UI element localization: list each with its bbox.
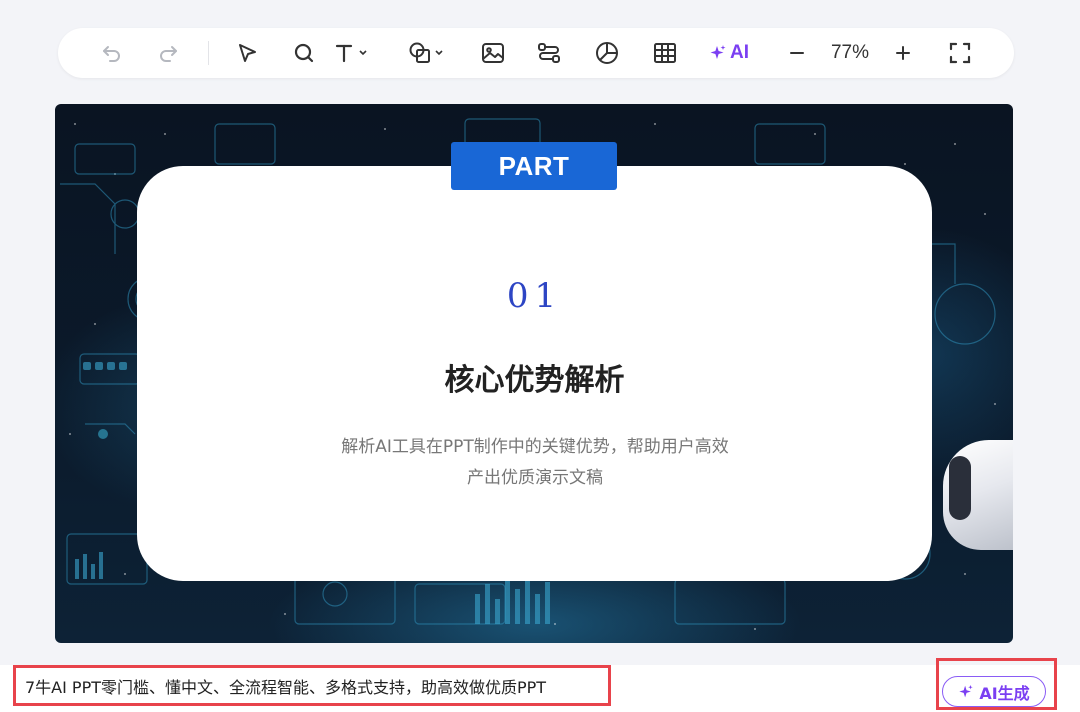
table-tool-button[interactable] <box>648 28 682 78</box>
sparkle-icon <box>710 45 726 59</box>
flow-connector-icon <box>538 43 560 63</box>
chevron-down-icon <box>435 50 443 56</box>
select-pointer-icon <box>239 44 256 62</box>
prompt-text[interactable]: 7牛AI PPT零门槛、懂中文、全流程智能、多格式支持，助高效做优质PPT <box>13 665 611 706</box>
section-number[interactable]: 01 <box>137 276 932 316</box>
search-icon <box>294 43 314 63</box>
editor-toolbar: AI 77% <box>58 28 1014 78</box>
fullscreen-icon <box>949 42 971 64</box>
select-tool-button[interactable] <box>230 28 264 78</box>
slide-canvas[interactable]: PART 01 核心优势解析 解析AI工具在PPT制作中的关键优势，帮助用户高效… <box>55 104 1013 643</box>
ai-generate-label: AI生成 <box>979 683 1030 703</box>
undo-button[interactable] <box>96 28 128 78</box>
redo-icon <box>160 46 177 62</box>
zoom-out-icon <box>790 52 804 54</box>
zoom-in-icon <box>896 46 910 60</box>
robot-figure-shadow <box>949 456 971 520</box>
part-label[interactable]: PART <box>451 142 617 190</box>
zoom-in-button[interactable] <box>888 28 918 78</box>
shape-tool-button[interactable] <box>402 28 450 78</box>
section-description-line2: 产出优质演示文稿 <box>467 468 603 488</box>
text-tool-button[interactable] <box>328 28 374 78</box>
ai-button-label: AI <box>730 42 749 63</box>
image-icon <box>482 43 504 63</box>
table-icon <box>654 43 676 63</box>
section-description[interactable]: 解析AI工具在PPT制作中的关键优势，帮助用户高效 产出优质演示文稿 <box>285 432 785 494</box>
ai-generate-button[interactable]: AI生成 <box>942 676 1046 707</box>
ai-button[interactable]: AI <box>704 28 754 78</box>
shape-icon <box>409 42 430 63</box>
zoom-out-button[interactable] <box>782 28 812 78</box>
image-tool-button[interactable] <box>476 28 510 78</box>
flow-tool-button[interactable] <box>532 28 566 78</box>
chart-tool-button[interactable] <box>590 28 624 78</box>
redo-button[interactable] <box>152 28 184 78</box>
section-title[interactable]: 核心优势解析 <box>137 355 932 399</box>
pie-chart-icon <box>596 42 618 64</box>
undo-icon <box>103 46 120 62</box>
sparkle-icon <box>959 684 973 697</box>
toolbar-divider <box>208 41 209 65</box>
search-button[interactable] <box>288 28 320 78</box>
chevron-down-icon <box>359 50 367 56</box>
zoom-level[interactable]: 77% <box>822 28 878 78</box>
section-description-line1: 解析AI工具在PPT制作中的关键优势，帮助用户高效 <box>341 437 729 457</box>
fullscreen-button[interactable] <box>942 28 978 78</box>
text-icon <box>335 44 353 63</box>
